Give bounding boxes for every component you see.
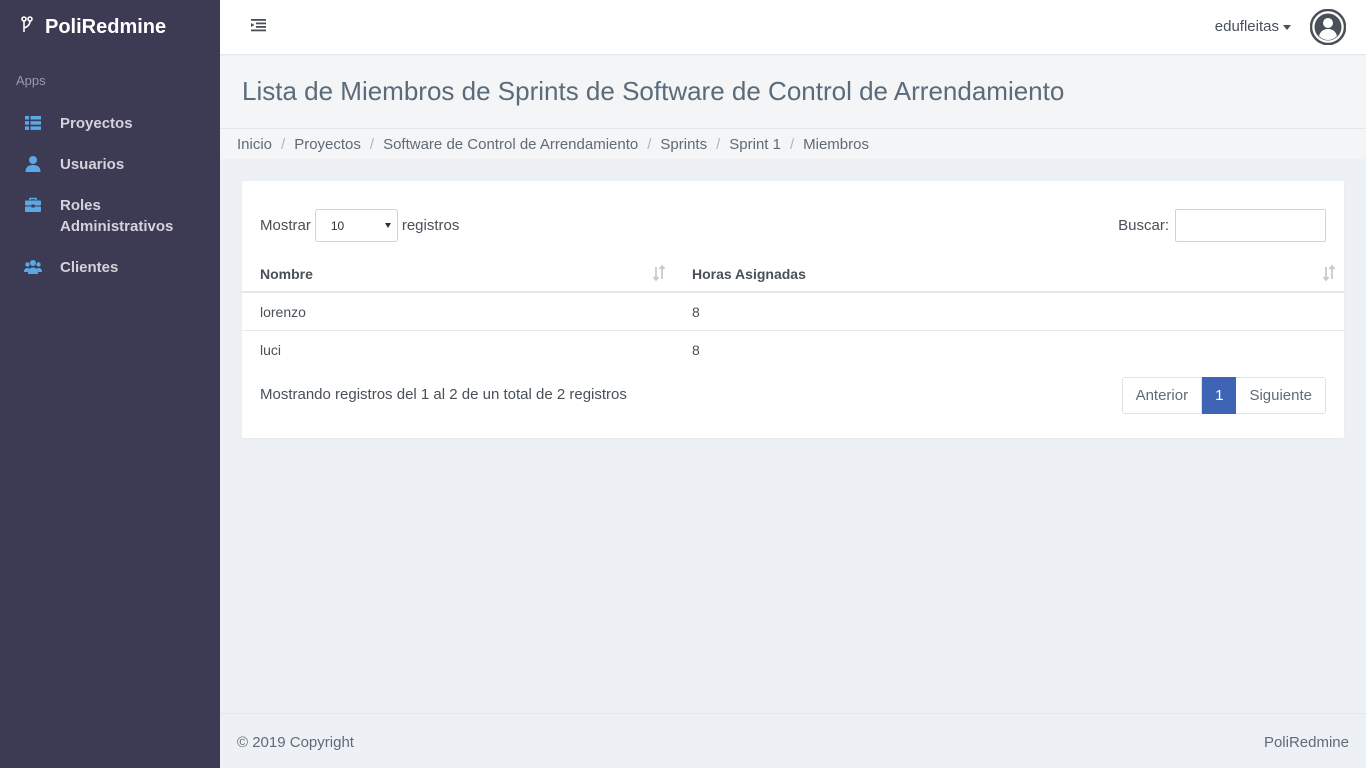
breadcrumb-separator: / <box>647 135 652 153</box>
footer-brand: PoliRedmine <box>1263 734 1349 751</box>
breadcrumb-separator: / <box>369 135 375 153</box>
cell-nombre: luci <box>260 342 282 358</box>
brand[interactable]: PoliRedmine <box>0 0 220 55</box>
column-header-label: Horas Asignadas <box>692 266 806 282</box>
search-control: Buscar: <box>1118 209 1326 242</box>
breadcrumb-separator: / <box>281 135 286 153</box>
cell-horas: 8 <box>692 342 700 358</box>
footer-copyright: © 2019 Copyright <box>237 734 354 751</box>
page-1-button[interactable]: 1 <box>1202 377 1237 414</box>
briefcase-icon <box>24 196 42 214</box>
search-input[interactable] <box>1175 209 1326 242</box>
breadcrumb: Inicio / Proyectos / Software de Control… <box>220 129 1366 159</box>
records-label: registros <box>401 217 460 234</box>
breadcrumb-sprints[interactable]: Sprints <box>660 136 707 153</box>
column-header-label: Nombre <box>260 266 313 282</box>
breadcrumb-miembros: Miembros <box>803 135 869 153</box>
cell-nombre: lorenzo <box>260 304 306 320</box>
breadcrumb-project[interactable]: Software de Control de Arrendamiento <box>383 136 638 153</box>
page-length-select[interactable]: 10 <box>314 209 398 242</box>
users-icon <box>24 258 42 276</box>
members-card: Mostrar 10 registros Buscar: Nombre Hora… <box>242 181 1344 438</box>
table-row: lorenzo 8 <box>242 293 1344 331</box>
breadcrumb-separator: / <box>716 135 721 153</box>
footer: © 2019 Copyright PoliRedmine <box>220 713 1366 768</box>
breadcrumb-sprint[interactable]: Sprint 1 <box>729 136 781 153</box>
breadcrumb-separator: / <box>789 135 795 153</box>
next-page-button[interactable]: Siguiente <box>1236 377 1326 414</box>
table-info: Mostrando registros del 1 al 2 de un tot… <box>260 386 627 403</box>
table-header: Nombre Horas Asignadas <box>242 254 1344 293</box>
user-icon <box>24 155 42 173</box>
sidebar-item-usuarios[interactable]: Usuarios <box>0 144 220 185</box>
page-title: Lista de Miembros de Sprints de Software… <box>242 76 1065 106</box>
previous-page-button[interactable]: Anterior <box>1121 377 1203 414</box>
sidebar: PoliRedmine Apps Proyectos Usuarios Role… <box>0 0 220 768</box>
sidebar-item-label: Clientes <box>60 259 119 276</box>
sort-icon <box>652 264 666 282</box>
breadcrumb-proyectos[interactable]: Proyectos <box>294 136 361 153</box>
branch-icon <box>20 15 38 40</box>
table-row: luci 8 <box>242 331 1344 369</box>
caret-down-icon <box>1283 24 1291 30</box>
column-header-horas-asignadas[interactable]: Horas Asignadas <box>674 254 1344 291</box>
page-length-value: 10 <box>330 219 345 233</box>
sidebar-item-label: Roles Administrativos <box>60 197 174 235</box>
show-label: Mostrar <box>260 217 311 234</box>
sidebar-item-label: Usuarios <box>60 156 125 173</box>
sidebar-item-proyectos[interactable]: Proyectos <box>0 103 220 144</box>
sidebar-item-roles-administrativos[interactable]: Roles Administrativos <box>0 185 220 247</box>
cell-horas: 8 <box>692 304 700 320</box>
brand-name: PoliRedmine <box>45 16 167 38</box>
username: edufleitas <box>1214 18 1279 35</box>
column-header-nombre[interactable]: Nombre <box>242 254 674 291</box>
sidebar-item-label: Proyectos <box>60 115 133 132</box>
dropdown-arrow-icon <box>384 223 391 228</box>
sort-icon <box>1322 264 1336 282</box>
members-table: Nombre Horas Asignadas lorenzo 8 luci 8 <box>242 254 1344 369</box>
page-length-control: Mostrar 10 registros <box>260 209 459 242</box>
sidebar-section-label: Apps <box>16 73 46 88</box>
sidebar-item-clientes[interactable]: Clientes <box>0 247 220 288</box>
user-avatar-icon[interactable] <box>1309 8 1347 46</box>
sidebar-toggle-icon[interactable] <box>250 17 270 35</box>
topbar: edufleitas <box>220 0 1366 55</box>
pagination: Anterior 1 Siguiente <box>1121 377 1326 414</box>
list-icon <box>24 114 42 132</box>
user-menu-dropdown[interactable]: edufleitas <box>1215 18 1291 35</box>
page-header: Lista de Miembros de Sprints de Software… <box>220 56 1366 129</box>
breadcrumb-inicio[interactable]: Inicio <box>237 136 272 153</box>
search-label: Buscar: <box>1118 217 1169 234</box>
